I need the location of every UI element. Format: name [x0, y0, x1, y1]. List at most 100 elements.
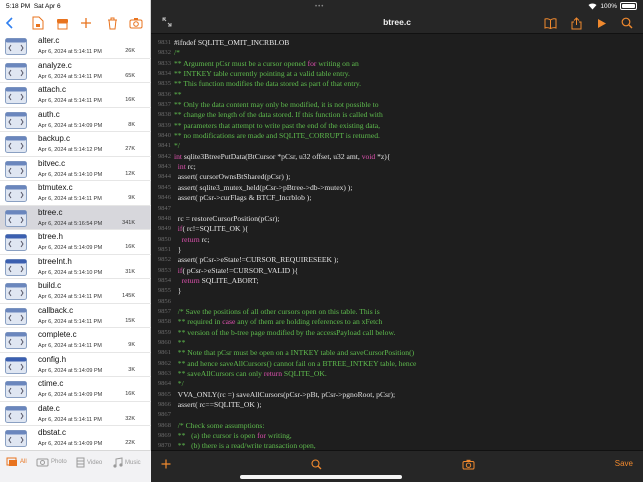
line-source: if( pCsr->eState!=CURSOR_VALID ){	[174, 266, 298, 276]
file-list-item[interactable]: date.c Apr 6, 2024 at 5:14:11 PM 32K	[0, 402, 151, 426]
code-text: ( rc!=SQLITE_OK ){	[182, 224, 249, 234]
file-name: btree.h	[38, 232, 63, 241]
file-list-item[interactable]: attach.c Apr 6, 2024 at 5:14:11 PM 16K	[0, 83, 151, 108]
line-number: 9831	[157, 39, 171, 46]
book-icon[interactable]	[543, 16, 557, 30]
code-file-icon	[5, 430, 27, 447]
tab-photo[interactable]: Photo	[36, 457, 67, 467]
line-source: ** version of the b-tree page modified b…	[174, 328, 396, 338]
tab-all[interactable]: All	[6, 457, 27, 467]
wifi-icon	[588, 3, 597, 10]
line-number: 9835	[157, 80, 171, 88]
file-list-item[interactable]: ctime.c Apr 6, 2024 at 5:14:09 PM 16K	[0, 377, 151, 402]
file-list-item[interactable]: complete.c Apr 6, 2024 at 5:14:11 PM 9K	[0, 328, 151, 353]
line-source: }	[174, 245, 182, 255]
tab-music[interactable]: Music	[112, 457, 141, 468]
code-text: *z){	[375, 151, 391, 161]
line-source: **	[174, 338, 186, 348]
tab-video[interactable]: Video	[76, 457, 102, 468]
line-source: assert( rc==SQLITE_OK );	[174, 400, 262, 410]
status-time-date: 5:18 PM Sat Apr 6	[6, 3, 61, 10]
code-file-icon	[5, 136, 27, 153]
file-list-item[interactable]: build.c Apr 6, 2024 at 5:14:11 PM 145K	[0, 279, 151, 304]
line-source: assert( pCsr->curFlags & BTCF_Incrblob )…	[174, 193, 312, 203]
line-number: 9849	[157, 225, 171, 233]
film-icon	[76, 457, 85, 468]
file-list-item[interactable]: btmutex.c Apr 6, 2024 at 5:14:11 PM 9K	[0, 181, 151, 206]
code-line: 9841 */	[151, 141, 643, 151]
code-line: 9860 **	[151, 338, 643, 348]
file-list-item[interactable]: btree.h Apr 6, 2024 at 5:14:09 PM 16K	[0, 230, 151, 255]
code-file-icon	[5, 38, 27, 55]
find-icon[interactable]	[309, 457, 323, 471]
code-line: 9863 ** saveAllCursors can only return S…	[151, 369, 643, 379]
file-name: dbstat.c	[38, 428, 67, 437]
code-comment: ** change the length of the data stored.…	[174, 110, 383, 120]
code-keyword: return	[181, 234, 200, 244]
file-name: analyze.c	[38, 60, 72, 70]
code-line: 9833 ** Argument pCsr must be a cursor op…	[151, 59, 643, 69]
back-chevron-icon[interactable]	[2, 15, 18, 31]
editor-header: ••• btree.c	[151, 0, 643, 34]
line-source: return rc;	[174, 235, 210, 245]
trash-icon[interactable]	[104, 15, 120, 31]
line-number: 9867	[157, 411, 171, 419]
home-indicator[interactable]	[240, 475, 402, 479]
code-comment: any of them are holding references to an…	[235, 317, 383, 327]
file-list-item[interactable]: analyze.c Apr 6, 2024 at 5:14:11 PM 65K	[0, 59, 151, 83]
line-source: ** parameters that attempt to write past…	[174, 121, 380, 131]
file-size: 145K	[122, 293, 135, 299]
file-date: Apr 6, 2024 at 5:14:09 PM	[38, 441, 103, 447]
sidebar-toolbar	[0, 12, 151, 34]
add-icon[interactable]	[78, 15, 94, 31]
save-button[interactable]: Save	[615, 459, 633, 468]
file-date: Apr 6, 2024 at 5:14:11 PM	[38, 318, 102, 325]
code-comment: ** Note that pCsr must be open on a INTK…	[174, 348, 415, 358]
line-number: 9844	[157, 173, 171, 181]
code-line: 9839 ** parameters that attempt to write …	[151, 121, 643, 131]
multitasking-dots-icon[interactable]: •••	[315, 4, 324, 10]
code-comment: SQLITE_OK.	[282, 369, 327, 378]
file-list-item[interactable]: alter.c Apr 6, 2024 at 5:14:11 PM 26K	[0, 34, 151, 59]
camera-icon[interactable]	[128, 15, 144, 31]
code-comment: ** Argument pCsr must be a cursor opened	[174, 58, 308, 68]
line-source: ** saveAllCursors can only return SQLITE…	[174, 369, 327, 379]
file-list-item[interactable]: btreeInt.h Apr 6, 2024 at 5:14:10 PM 31K	[0, 255, 151, 279]
file-list-item[interactable]: callback.c Apr 6, 2024 at 5:14:11 PM 15K	[0, 304, 151, 328]
code-comment: ** and hence saveAllCursors() cannot fai…	[174, 358, 417, 368]
file-date: Apr 6, 2024 at 5:14:11 PM	[38, 73, 102, 80]
tab-video-label: Video	[87, 459, 103, 466]
code-line: 9852 assert( pCsr->eState!=CURSOR_REQUIR…	[151, 255, 643, 265]
file-name: complete.c	[38, 330, 77, 339]
insert-plus-icon[interactable]	[159, 457, 173, 471]
code-file-icon	[5, 283, 27, 300]
code-line: 9832/*	[151, 48, 643, 58]
file-list-item[interactable]: dbstat.c Apr 6, 2024 at 5:14:09 PM 22K	[0, 426, 151, 450]
new-file-icon[interactable]	[30, 15, 46, 31]
camera-capture-icon[interactable]	[461, 457, 475, 471]
file-size: 16K	[125, 244, 135, 250]
line-source: assert( cursorOwnsBtShared(pCsr) );	[174, 172, 291, 182]
file-list-item[interactable]: auth.c Apr 6, 2024 at 5:14:09 PM 8K	[0, 108, 151, 132]
file-list-item[interactable]: config.h Apr 6, 2024 at 5:14:09 PM 3K	[0, 353, 151, 377]
battery-icon	[620, 2, 637, 10]
line-source: #ifndef SQLITE_OMIT_INCRBLOB	[174, 38, 289, 48]
file-list-item[interactable]: btree.c Apr 6, 2024 at 5:16:54 PM 341K	[0, 205, 151, 230]
code-area[interactable]: 9831 #ifndef SQLITE_OMIT_INCRBLOB 9832/* 98…	[151, 38, 643, 450]
code-line: 9850 return rc;	[151, 235, 643, 245]
file-list-item[interactable]: backup.c Apr 6, 2024 at 5:14:12 PM 27K	[0, 132, 151, 157]
search-icon[interactable]	[620, 16, 634, 30]
code-comment: **	[174, 89, 182, 99]
share-icon[interactable]	[569, 16, 583, 30]
code-file-icon	[5, 381, 27, 398]
file-date: Apr 6, 2024 at 5:14:09 PM	[38, 367, 103, 374]
file-list-item[interactable]: bitvec.c Apr 6, 2024 at 5:14:10 PM 12K	[0, 157, 151, 181]
run-play-icon[interactable]	[595, 16, 609, 30]
code-keyword: int	[177, 162, 186, 172]
line-number: 9853	[157, 266, 171, 274]
file-date: Apr 6, 2024 at 5:14:11 PM	[38, 98, 102, 104]
code-file-icon	[5, 258, 27, 276]
archive-icon[interactable]	[54, 15, 70, 31]
code-line: 9857 /* Save the positions of all other …	[151, 307, 643, 317]
line-source: /*	[174, 48, 180, 58]
